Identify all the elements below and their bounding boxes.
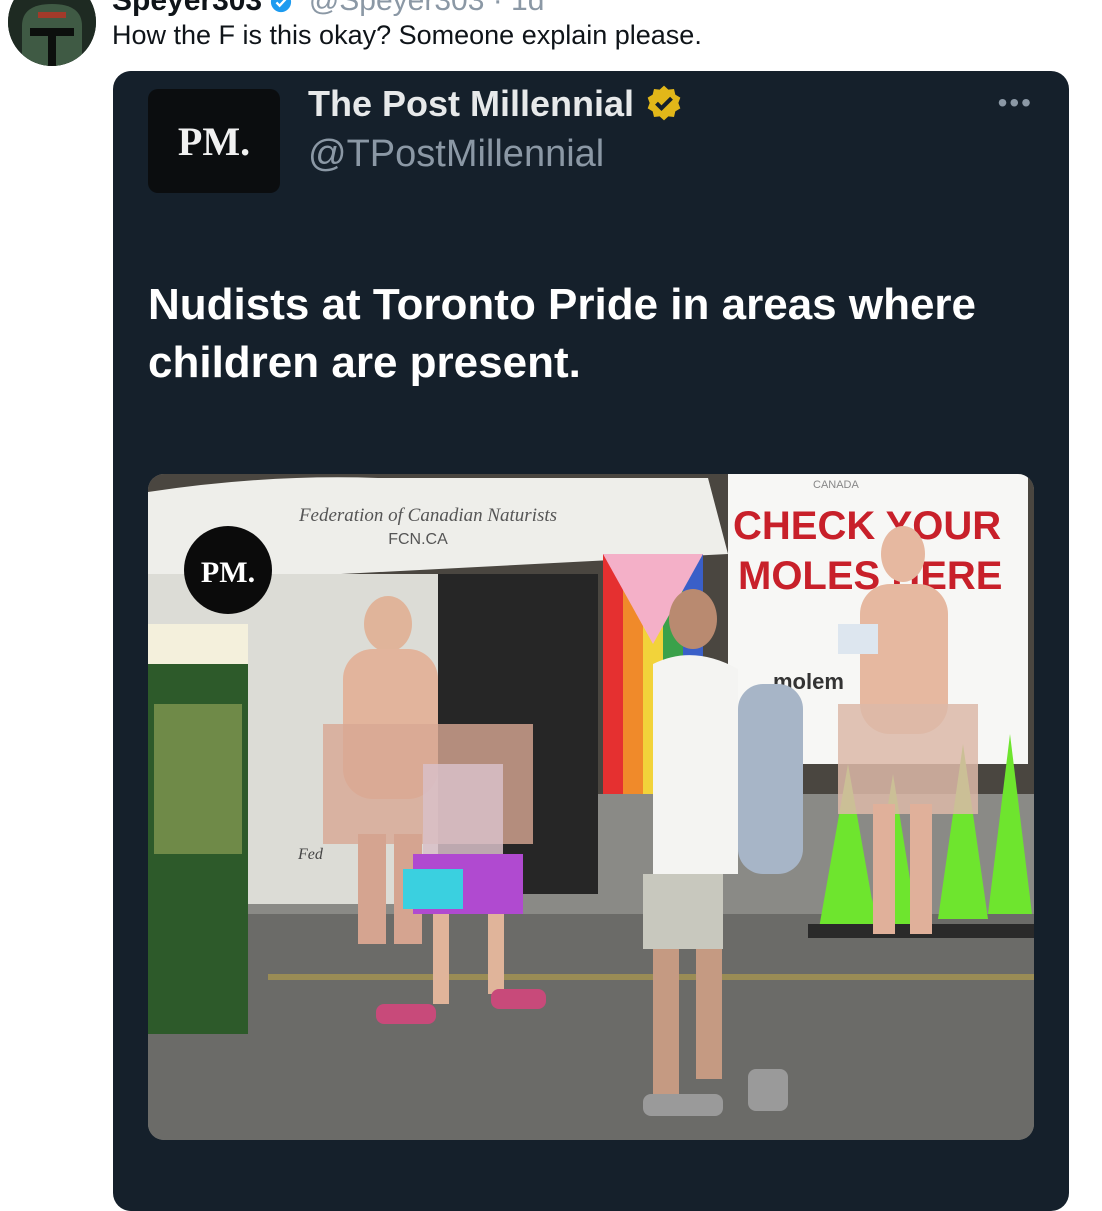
reply-author-name[interactable]: Speyer303 — [112, 0, 262, 17]
quoted-headline: Nudists at Toronto Pride in areas where … — [148, 280, 977, 387]
tent-banner-text-1: Federation of Canadian Naturists — [298, 505, 557, 526]
verified-gold-badge-icon — [647, 85, 681, 121]
booth-label: Fed — [297, 846, 324, 863]
quoted-author-name-row: The Post Millennial — [308, 83, 684, 125]
street-scene-image: Federation of Canadian Naturists FCN.CA … — [148, 474, 1034, 1140]
quoted-photo[interactable]: Federation of Canadian Naturists FCN.CA … — [148, 474, 1034, 1140]
tent-banner-text-2: FCN.CA — [388, 531, 448, 548]
verified-badge-icon — [271, 0, 292, 13]
reply-avatar[interactable] — [8, 0, 96, 66]
quoted-author-name[interactable]: The Post Millennial — [308, 83, 634, 125]
more-options-icon[interactable]: ••• — [998, 87, 1033, 119]
sign-line-2: MOLES HERE — [738, 554, 1002, 598]
reply-author-line: Speyer303 @Speyer303 · 1d — [112, 0, 544, 18]
reply-author-handle[interactable]: @Speyer303 · 1d — [309, 0, 545, 17]
quoted-avatar-text: PM. — [177, 118, 251, 164]
quoted-author-handle[interactable]: @TPostMillennial — [308, 133, 604, 176]
photo-watermark: PM. — [201, 556, 255, 589]
quoted-avatar[interactable]: PM. — [148, 89, 280, 193]
sign-line-1: CHECK YOUR — [733, 504, 1001, 548]
helmet-icon — [8, 0, 96, 66]
reply-text: How the F is this okay? Someone explain … — [112, 20, 702, 50]
sign-top-text: CANADA — [813, 479, 860, 491]
quoted-tweet-card[interactable]: PM. The Post Millennial @TPostMillennial… — [113, 71, 1069, 1211]
